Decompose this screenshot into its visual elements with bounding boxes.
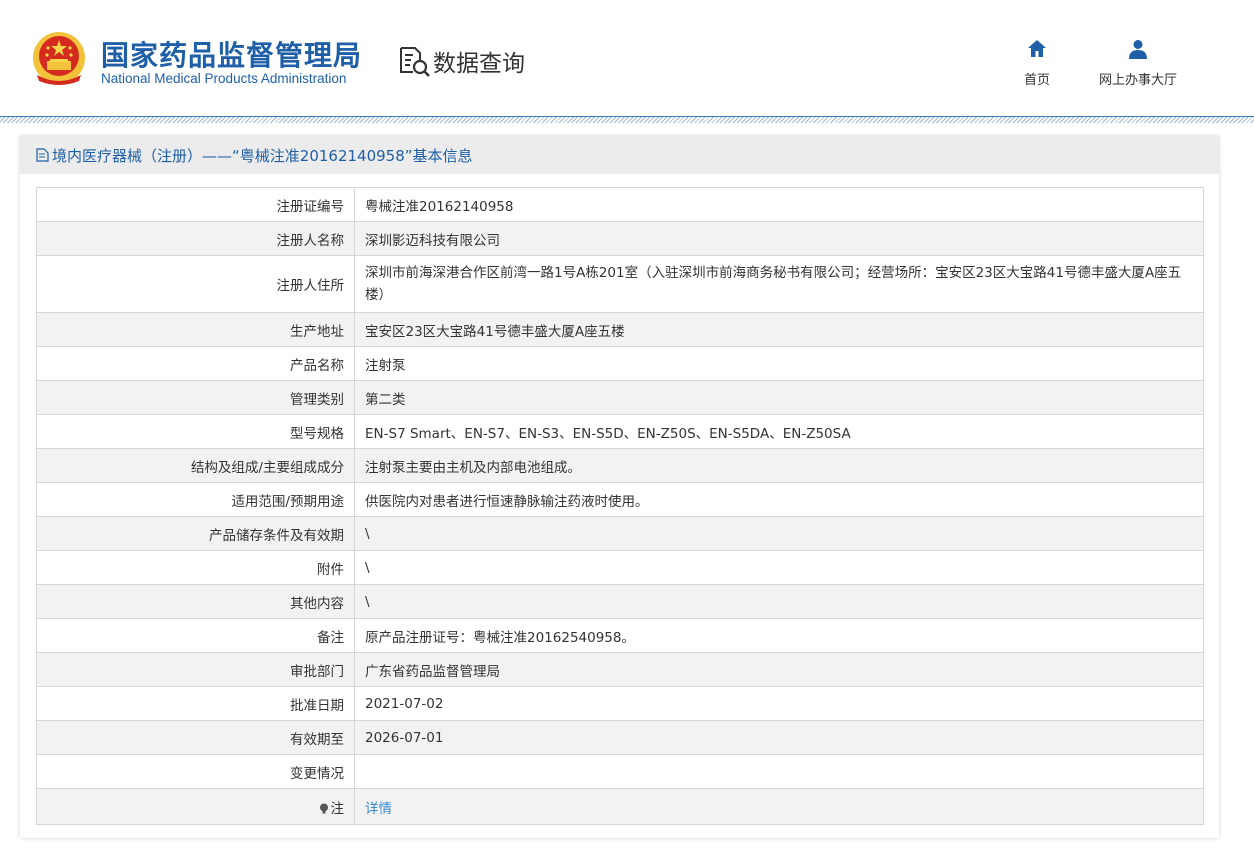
site-title-cn: 国家药品监督管理局 bbox=[101, 39, 363, 72]
details-link[interactable]: 详情 bbox=[365, 801, 392, 817]
table-row: 结构及组成/主要组成成分 注射泵主要由主机及内部电池组成。 bbox=[36, 448, 1204, 483]
table-row: 管理类别 第二类 bbox=[36, 380, 1204, 415]
field-value: 深圳影迈科技有限公司 bbox=[354, 221, 1204, 256]
field-label: 有效期至 bbox=[36, 720, 355, 755]
table-row: 附件 \ bbox=[36, 550, 1204, 585]
note-label: 注 bbox=[330, 800, 345, 817]
info-table: 注册证编号 粤械注准20162140958 注册人名称 深圳影迈科技有限公司 注册人住所… bbox=[36, 187, 1204, 825]
field-value: \ bbox=[354, 584, 1204, 619]
header-divider bbox=[0, 116, 1254, 123]
data-query-icon bbox=[400, 47, 430, 77]
table-row: 备注 原产品注册证号：粤械注准20162540958。 bbox=[36, 618, 1204, 653]
field-value: \ bbox=[354, 550, 1204, 585]
field-value: 宝安区23区大宝路41号德丰盛大厦A座五楼 bbox=[354, 312, 1204, 347]
nav-home[interactable]: 首页 bbox=[1016, 38, 1058, 88]
field-value: 注射泵主要由主机及内部电池组成。 bbox=[354, 448, 1204, 483]
site-title-en: National Medical Products Administration bbox=[101, 71, 347, 86]
field-value bbox=[354, 754, 1204, 789]
field-label: 适用范围/预期用途 bbox=[36, 482, 355, 517]
home-icon bbox=[1028, 40, 1046, 57]
field-value: EN-S7 Smart、EN-S7、EN-S3、EN-S5D、EN-Z50S、E… bbox=[354, 414, 1204, 449]
field-label: 注册人名称 bbox=[36, 221, 355, 256]
field-label: 型号规格 bbox=[36, 414, 355, 449]
field-value: \ bbox=[354, 516, 1204, 551]
field-value: 深圳市前海深港合作区前湾一路1号A栋201室（入驻深圳市前海商务秘书有限公司；经… bbox=[354, 255, 1204, 313]
field-label: 结构及组成/主要组成成分 bbox=[36, 448, 355, 483]
table-row: 有效期至 2026-07-01 bbox=[36, 720, 1204, 755]
table-row-note: 注 详情 bbox=[36, 788, 1204, 825]
field-label: 其他内容 bbox=[36, 584, 355, 619]
field-label: 附件 bbox=[36, 550, 355, 585]
field-label: 变更情况 bbox=[36, 754, 355, 789]
field-value: 粤械注准20162140958 bbox=[354, 187, 1204, 222]
user-icon bbox=[1129, 40, 1147, 59]
device-info-panel: 境内医疗器械（注册）——“粤械注准20162140958”基本信息 注册证编号粤… bbox=[20, 136, 1219, 838]
nav-home-label: 首页 bbox=[1023, 73, 1050, 88]
table-row: 其他内容 \ bbox=[36, 584, 1204, 619]
document-icon bbox=[36, 148, 49, 162]
field-label: 生产地址 bbox=[36, 312, 355, 347]
field-value: 广东省药品监督管理局 bbox=[354, 652, 1204, 687]
table-row: 产品储存条件及有效期 \ bbox=[36, 516, 1204, 551]
field-value: 供医院内对患者进行恒速静脉输注药液时使用。 bbox=[354, 482, 1204, 517]
field-label: 注册人住所 bbox=[36, 255, 355, 313]
table-row: 审批部门 广东省药品监督管理局 bbox=[36, 652, 1204, 687]
site-header: 国家药品监督管理局 National Medical Products Admi… bbox=[0, 0, 1254, 118]
bulb-icon bbox=[319, 803, 328, 813]
field-label: 管理类别 bbox=[36, 380, 355, 415]
field-value: 原产品注册证号：粤械注准20162540958。 bbox=[354, 618, 1204, 653]
field-label: 注册证编号 bbox=[36, 187, 355, 222]
table-row: 注册人住所 深圳市前海深港合作区前湾一路1号A栋201室（入驻深圳市前海商务秘书有… bbox=[36, 255, 1204, 313]
table-row: 注册人名称 深圳影迈科技有限公司 bbox=[36, 221, 1204, 256]
field-label: 审批部门 bbox=[36, 652, 355, 687]
field-label: 产品名称 bbox=[36, 346, 355, 381]
nav-hall-label: 网上办事大厅 bbox=[1098, 73, 1177, 88]
data-query-section[interactable]: 数据查询 bbox=[398, 44, 525, 78]
table-row: 注册证编号 粤械注准20162140958 bbox=[36, 187, 1204, 222]
field-label: 备注 bbox=[36, 618, 355, 653]
field-label: 产品储存条件及有效期 bbox=[36, 516, 355, 551]
table-row: 批准日期 2021-07-02 bbox=[36, 686, 1204, 721]
table-row: 适用范围/预期用途 供医院内对患者进行恒速静脉输注药液时使用。 bbox=[36, 482, 1204, 517]
field-value: 2026-07-01 bbox=[354, 720, 1204, 755]
data-query-label: 数据查询 bbox=[433, 51, 525, 77]
field-value: 注射泵 bbox=[354, 346, 1204, 381]
note-value-cell: 详情 bbox=[354, 788, 1204, 825]
field-value: 第二类 bbox=[354, 380, 1204, 415]
note-label-cell: 注 bbox=[36, 788, 355, 825]
panel-title: 境内医疗器械（注册）——“粤械注准20162140958”基本信息 bbox=[20, 136, 1219, 174]
table-row: 产品名称 注射泵 bbox=[36, 346, 1204, 381]
field-value: 2021-07-02 bbox=[354, 686, 1204, 721]
table-row: 变更情况 bbox=[36, 754, 1204, 789]
national-emblem-logo bbox=[33, 32, 85, 85]
field-label: 批准日期 bbox=[36, 686, 355, 721]
table-row: 生产地址 宝安区23区大宝路41号德丰盛大厦A座五楼 bbox=[36, 312, 1204, 347]
table-row: 型号规格 EN-S7 Smart、EN-S7、EN-S3、EN-S5D、EN-Z5… bbox=[36, 414, 1204, 449]
panel-title-text: 境内医疗器械（注册）——“粤械注准20162140958”基本信息 bbox=[52, 146, 473, 165]
nav-online-service-hall[interactable]: 网上办事大厅 bbox=[1090, 38, 1186, 88]
